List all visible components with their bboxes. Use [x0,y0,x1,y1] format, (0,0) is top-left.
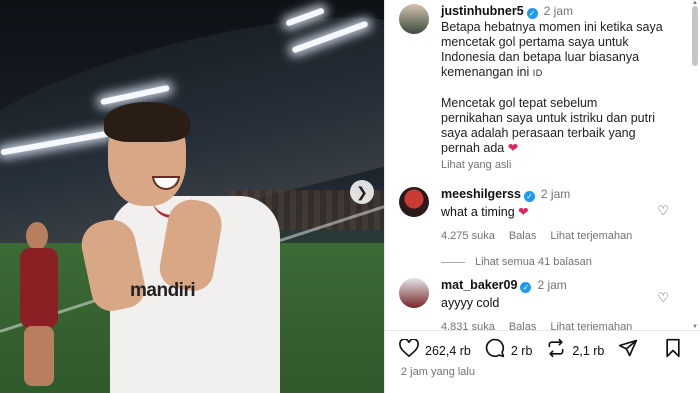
scrollbar-thumb[interactable] [692,6,698,66]
scrollbar[interactable]: ▲ ▼ [690,0,698,330]
id-flag-emoji: ID [532,68,543,78]
caption-line: pernikahan saya untuk istriku dan putri [441,111,656,125]
avatar[interactable] [399,4,429,34]
post-time: 2 jam [543,4,573,18]
comments-panel: justinhubner5 ✓ 2 jam Betapa hebatnya mome… [384,0,700,393]
caption-line: saya adalah perasaan terbaik yang [441,126,636,140]
comments-count: 2 rb [510,344,533,358]
verified-icon: ✓ [520,282,532,293]
comment-text: what a timing [441,205,515,219]
background-player [12,218,62,393]
translate-link[interactable]: Lihat terjemahan [550,321,632,330]
heart-icon [399,338,419,363]
verified-icon: ✓ [523,191,535,202]
like-button[interactable]: 262,4 rb [399,338,471,363]
likes-count: 262,4 rb [425,344,471,358]
reply-button[interactable]: Balas [509,321,537,330]
save-button[interactable] [664,338,688,364]
heart-outline-icon[interactable]: ♡ [657,203,669,219]
see-original-link[interactable]: Lihat yang asli [441,158,681,173]
caption-line: pernah ada ❤ [441,141,519,155]
share-button[interactable] [618,338,644,364]
comment-time: 2 jam [540,187,571,201]
repost-button[interactable]: 2,1 rb [546,338,604,364]
comment-text: ayyyy cold [441,296,500,310]
comment: meeshilgerss ✓ 2 jam what a timing ❤ 4.275… [385,187,691,244]
translate-link[interactable]: Lihat terjemahan [550,230,632,242]
comment-likes[interactable]: 4.831 suka [441,321,495,330]
reply-button[interactable]: Balas [509,230,537,242]
reposts-count: 2,1 rb [572,344,605,358]
comment-likes[interactable]: 4.275 suka [441,230,495,242]
main-player: mandiri [77,100,290,393]
caption-line: Betapa hebatnya momen ini ketika saya [441,20,663,34]
next-arrow-icon[interactable]: ❯ [350,180,374,204]
post-timestamp: 2 jam yang lalu [401,366,475,378]
heart-outline-icon[interactable]: ♡ [657,290,669,306]
caption-text: Betapa hebatnya momen ini ketika saya me… [441,20,681,156]
comment: mat_baker09 ✓ 2 jam ayyyy cold 4.831 suka B… [385,278,691,330]
comment-username[interactable]: mat_baker09 [441,278,517,292]
comments-scroll[interactable]: justinhubner5 ✓ 2 jam Betapa hebatnya mome… [385,0,691,330]
author-username[interactable]: justinhubner5 [441,4,524,18]
share-icon [618,338,638,364]
caption-line: Mencetak gol tepat sebelum [441,96,598,110]
comment-time: 2 jam [537,278,567,292]
repost-icon [546,338,566,364]
heart-emoji: ❤ [518,205,529,219]
action-bar: 262,4 rb 2 rb 2,1 rb [399,338,688,364]
caption-line: Indonesia dan betapa luar biasanya [441,50,640,64]
caption-line: kemenangan ini ID [441,65,543,79]
caption-line: mencetak gol pertama saya untuk [441,35,629,49]
divider [385,330,700,331]
verified-icon: ✓ [526,8,538,19]
view-replies-label: Lihat semua 41 balasan [475,256,592,268]
smile [152,176,180,190]
heart-emoji: ❤ [507,141,519,155]
avatar[interactable] [399,187,429,217]
jersey-sponsor: mandiri [130,280,196,301]
view-replies[interactable]: Lihat semua 41 balasan [385,256,691,268]
post-photo[interactable]: mandiri ❯ [0,0,384,393]
hair [104,102,190,142]
avatar[interactable] [399,278,429,308]
post-caption: justinhubner5 ✓ 2 jam Betapa hebatnya mome… [385,0,691,173]
comment-username[interactable]: meeshilgerss [441,187,521,201]
comment-icon [485,338,505,364]
post-viewer: mandiri ❯ justinhubner5 ✓ 2 jam Betapa heb… [0,0,700,393]
bookmark-icon [664,338,682,364]
comment-button[interactable]: 2 rb [485,338,533,364]
